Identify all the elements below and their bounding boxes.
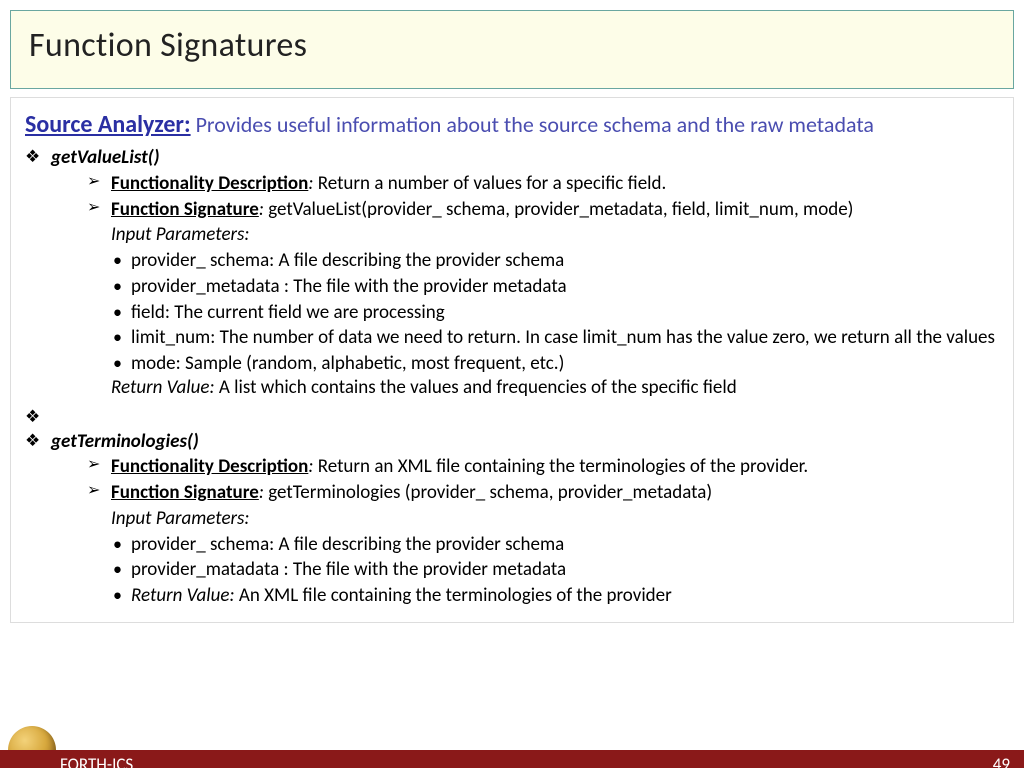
- desc-label: Functionality Description: [111, 172, 308, 195]
- desc-label: Functionality Description: [111, 455, 308, 478]
- return-text: An XML file containing the terminologies…: [235, 584, 672, 607]
- function-name: getValueList(): [51, 146, 160, 169]
- section-head: Source Analyzer: Provides useful informa…: [25, 110, 999, 140]
- param-item: provider_matadata : The file with the pr…: [111, 558, 999, 582]
- function-item: getValueList() Functionality Description…: [25, 146, 999, 400]
- return-lead: Return Value:: [131, 584, 235, 607]
- function-signature: Function Signature: getTerminologies (pr…: [51, 481, 999, 505]
- slide: Function Signatures Source Analyzer: Pro…: [0, 10, 1024, 768]
- param-item: field: The current field we are processi…: [111, 301, 999, 325]
- functionality-description: Functionality Description: Return an XML…: [51, 455, 999, 479]
- function-name: getTerminologies(): [51, 430, 199, 453]
- param-item: limit_num: The number of data we need to…: [111, 326, 999, 350]
- params-list: provider_ schema: A file describing the …: [111, 533, 999, 608]
- param-item: provider_ schema: A file describing the …: [111, 533, 999, 557]
- param-item: mode: Sample (random, alphabetic, most f…: [111, 352, 999, 376]
- detail-list: Functionality Description: Return a numb…: [51, 172, 999, 222]
- slide-title: Function Signatures: [29, 25, 995, 66]
- sig-label: Function Signature: [111, 198, 259, 221]
- functionality-description: Functionality Description: Return a numb…: [51, 172, 999, 196]
- footer-bar: FORTH-ICS 49: [0, 750, 1024, 768]
- sig-text: getTerminologies (provider_ schema, prov…: [264, 481, 712, 504]
- footer-org: FORTH-ICS: [60, 754, 133, 768]
- return-text: A list which contains the values and fre…: [215, 376, 737, 399]
- params-block: Input Parameters: provider_ schema: A fi…: [111, 507, 999, 608]
- param-item: provider_ schema: A file describing the …: [111, 249, 999, 273]
- desc-text: Return a number of values for a specific…: [313, 172, 666, 195]
- function-signature: Function Signature: getValueList(provide…: [51, 198, 999, 222]
- function-item: getTerminologies() Functionality Descrip…: [25, 430, 999, 608]
- page-number: 49: [993, 754, 1010, 768]
- params-head: Input Parameters:: [111, 223, 999, 247]
- title-box: Function Signatures: [10, 10, 1014, 89]
- return-line: Return Value: An XML file containing the…: [111, 584, 999, 608]
- content-box: Source Analyzer: Provides useful informa…: [10, 97, 1014, 623]
- params-list: provider_ schema: A file describing the …: [111, 249, 999, 376]
- spacer: [25, 406, 999, 424]
- sig-text: getValueList(provider_ schema, provider_…: [264, 198, 854, 221]
- params-block: Input Parameters: provider_ schema: A fi…: [111, 223, 999, 399]
- return-line: Return Value: A list which contains the …: [111, 376, 999, 400]
- params-head: Input Parameters:: [111, 507, 999, 531]
- detail-list: Functionality Description: Return an XML…: [51, 455, 999, 505]
- return-lead: Return Value:: [111, 376, 215, 399]
- param-item: provider_metadata : The file with the pr…: [111, 275, 999, 299]
- sig-label: Function Signature: [111, 481, 259, 504]
- function-list: getValueList() Functionality Description…: [25, 146, 999, 608]
- desc-text: Return an XML file containing the termin…: [313, 455, 808, 478]
- section-lead: Source Analyzer:: [25, 110, 191, 139]
- section-desc: Provides useful information about the so…: [191, 111, 874, 138]
